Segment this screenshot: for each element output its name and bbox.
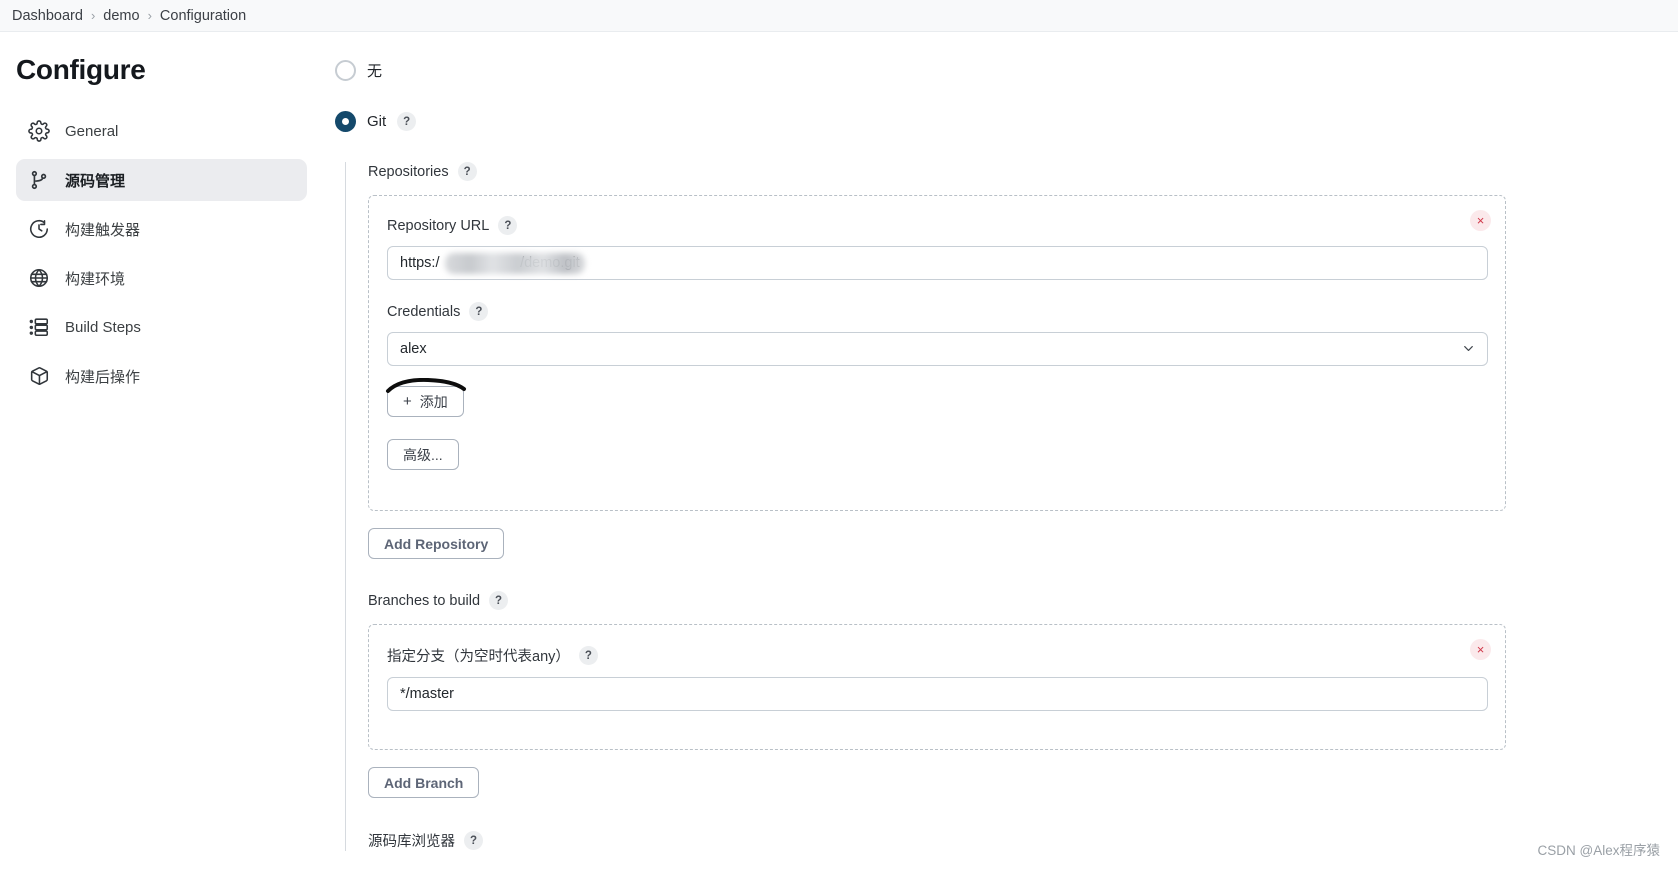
- credentials-label-row: Credentials ?: [387, 302, 1487, 321]
- repository-url-input[interactable]: [387, 246, 1488, 280]
- help-icon-repository-browser[interactable]: ?: [464, 831, 483, 850]
- repository-url-label: Repository URL: [387, 217, 490, 234]
- globe-icon: [28, 267, 50, 289]
- repository-url-label-row: Repository URL ?: [387, 216, 1487, 235]
- breadcrumb-item-demo[interactable]: demo: [97, 8, 145, 24]
- sidebar-item-general[interactable]: General: [16, 110, 307, 152]
- sidebar-item-post-build-actions[interactable]: 构建后操作: [16, 355, 307, 397]
- advanced-button[interactable]: 高级...: [387, 439, 459, 470]
- remove-repository-button[interactable]: ×: [1470, 210, 1491, 231]
- sidebar-item-build-triggers[interactable]: 构建触发器: [16, 208, 307, 250]
- add-repository-button[interactable]: Add Repository: [368, 528, 505, 559]
- help-icon-branch-spec[interactable]: ?: [578, 646, 598, 665]
- add-credentials-label: 添加: [419, 393, 448, 410]
- sidebar-item-label: General: [65, 122, 119, 140]
- list-steps-icon: [28, 316, 50, 338]
- branches-label-row: Branches to build ?: [368, 591, 1678, 610]
- sidebar-item-label: 构建后操作: [65, 368, 141, 386]
- page-body: Configure General 源码管理 构建触发器 构建环境 Build …: [0, 32, 1678, 869]
- scm-option-none-label: 无: [367, 63, 383, 80]
- branch-spec-label: 指定分支（为空时代表any）: [387, 649, 570, 665]
- repository-block: × Repository URL ? Credentials ?: [368, 195, 1506, 511]
- gear-icon: [28, 120, 50, 142]
- breadcrumb-separator: ›: [147, 8, 152, 23]
- advanced-button-wrapper: 高级...: [387, 439, 1487, 470]
- breadcrumb-item-dashboard[interactable]: Dashboard: [6, 8, 89, 24]
- sidebar-item-label: 源码管理: [65, 172, 126, 190]
- scm-option-git-label: Git: [367, 113, 387, 130]
- help-icon-git[interactable]: ?: [397, 112, 417, 131]
- branch-block: × 指定分支（为空时代表any） ?: [368, 624, 1506, 750]
- watermark: CSDN @Alex程序猿: [1537, 843, 1660, 858]
- clock-icon: [28, 218, 50, 240]
- scm-option-none-row: 无: [323, 60, 1678, 81]
- add-credentials-button[interactable]: + 添加: [387, 386, 464, 417]
- breadcrumb-separator: ›: [90, 8, 96, 23]
- repositories-label: Repositories: [368, 163, 449, 180]
- credentials-label: Credentials: [387, 303, 461, 320]
- add-branch-button[interactable]: Add Branch: [368, 767, 480, 798]
- sidebar-item-source-code-management[interactable]: 源码管理: [16, 159, 307, 201]
- sidebar-item-label: 构建环境: [65, 270, 126, 288]
- branch-spec-label-row: 指定分支（为空时代表any） ?: [387, 645, 1487, 666]
- credentials-select-wrapper: alex: [387, 332, 1488, 366]
- remove-branch-button[interactable]: ×: [1470, 639, 1491, 660]
- repository-url-wrapper: [387, 246, 1488, 280]
- sidebar-item-build-environment[interactable]: 构建环境: [16, 257, 307, 299]
- source-branch-icon: [28, 169, 50, 191]
- repositories-label-row: Repositories ?: [368, 162, 1678, 181]
- credentials-selected-value: alex: [400, 341, 427, 357]
- repository-browser-label-row: 源码库浏览器 ?: [368, 830, 1678, 851]
- branch-spec-input[interactable]: [387, 677, 1488, 711]
- page-title: Configure: [16, 54, 146, 85]
- help-icon-repository-url[interactable]: ?: [498, 216, 518, 235]
- plus-icon: +: [403, 393, 412, 410]
- main-content: 无 Git ? Repositories ? × Repository URL …: [323, 32, 1678, 869]
- sidebar-item-build-steps[interactable]: Build Steps: [16, 306, 307, 348]
- sidebar-item-label: 构建触发器: [65, 221, 141, 239]
- help-icon-repositories[interactable]: ?: [457, 162, 477, 181]
- add-branch-wrapper: Add Branch: [368, 767, 1678, 798]
- repository-browser-label: 源码库浏览器: [368, 834, 455, 850]
- branches-to-build-label: Branches to build: [368, 592, 481, 609]
- breadcrumb: Dashboard › demo › Configuration: [0, 0, 1678, 32]
- scm-radio-none[interactable]: [335, 60, 356, 81]
- sidebar-item-label: Build Steps: [65, 318, 141, 336]
- help-icon-credentials[interactable]: ?: [469, 302, 489, 321]
- credentials-select[interactable]: alex: [387, 332, 1488, 366]
- package-icon: [28, 365, 50, 387]
- git-config-section: Repositories ? × Repository URL ? Creden…: [345, 162, 1678, 851]
- help-icon-branches[interactable]: ?: [489, 591, 509, 610]
- sidebar: Configure General 源码管理 构建触发器 构建环境 Build …: [0, 32, 323, 869]
- scm-radio-git[interactable]: [335, 111, 356, 132]
- breadcrumb-item-configuration[interactable]: Configuration: [154, 8, 252, 24]
- scm-option-git-row: Git ?: [323, 111, 1678, 132]
- add-credentials-wrapper: + 添加: [386, 377, 466, 417]
- add-repository-wrapper: Add Repository: [368, 528, 1678, 559]
